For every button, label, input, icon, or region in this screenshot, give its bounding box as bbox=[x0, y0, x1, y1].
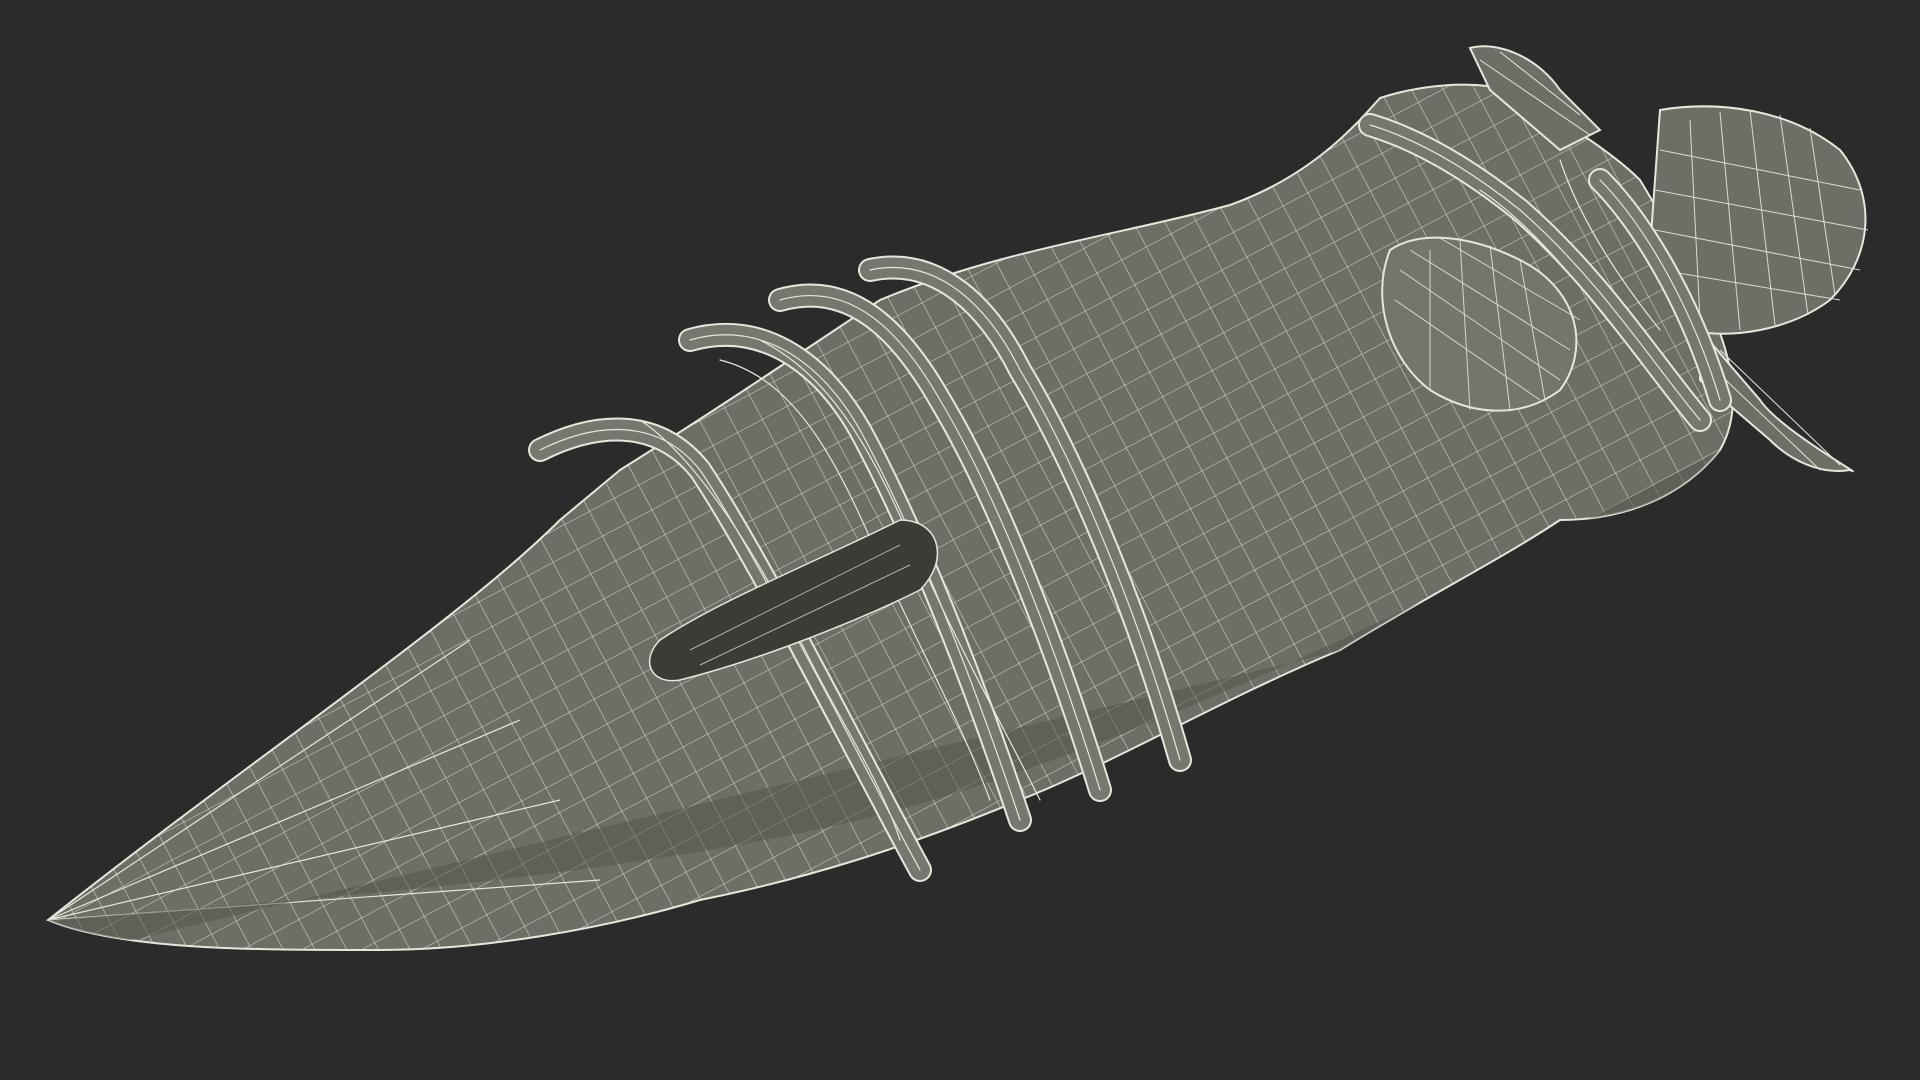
sheath-body bbox=[46, 83, 1734, 952]
3d-viewport[interactable] bbox=[0, 0, 1920, 1080]
wireframe-render bbox=[46, 45, 1869, 952]
